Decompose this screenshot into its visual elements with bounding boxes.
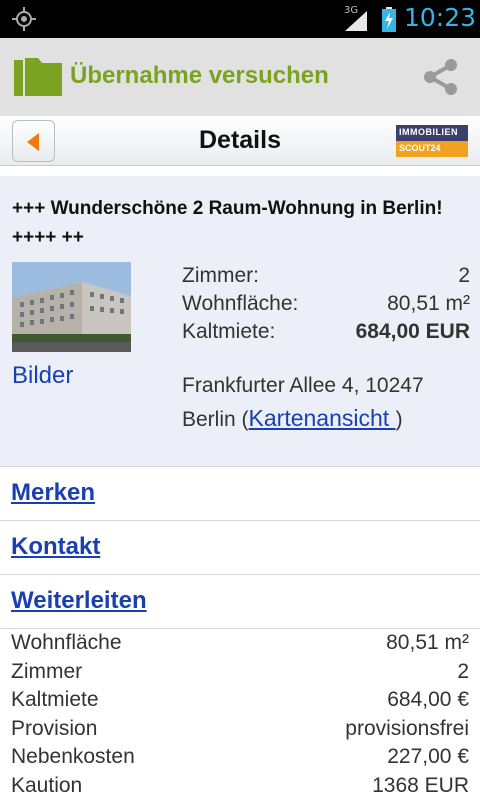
spec-label: Zimmer <box>11 659 83 683</box>
fact-value: 684,00 EUR <box>355 320 470 343</box>
spec-row: Nebenkosten 227,00 € <box>11 743 469 772</box>
contact-link[interactable]: Kontakt <box>11 533 100 561</box>
fact-row: Zimmer: 2 <box>182 262 470 290</box>
fact-value: 2 <box>458 264 470 287</box>
logo-band: SCOUT24 <box>396 141 468 157</box>
spec-label: Kaution <box>11 773 83 797</box>
action-row-kontakt[interactable]: Kontakt <box>0 520 480 574</box>
spec-row: Wohnfläche 80,51 m² <box>11 629 469 658</box>
spec-row: Zimmer 2 <box>11 658 469 687</box>
spec-value: provisionsfrei <box>345 716 469 740</box>
address-street: Frankfurter Allee 4, 10247 <box>182 374 424 397</box>
spec-label: Kaltmiete <box>11 688 99 712</box>
listing-title: +++ Wunderschöne 2 Raum-Wohnung in Berli… <box>12 198 443 248</box>
action-row-merken[interactable]: Merken <box>0 466 480 520</box>
spec-row: Kaution 1368 EUR <box>11 772 469 800</box>
address: Frankfurter Allee 4, 10247 Berlin (Karte… <box>182 370 472 436</box>
bookmark-link[interactable]: Merken <box>11 479 95 507</box>
address-city: Berlin ( <box>182 408 249 431</box>
folder-icon[interactable] <box>14 58 62 98</box>
details-header: Details IMMOBILIEN SCOUT24 <box>0 116 480 166</box>
action-bar: Übernahme versuchen <box>0 38 480 116</box>
spec-value: 1368 EUR <box>372 773 469 797</box>
spec-row: Provision provisionsfrei <box>11 715 469 744</box>
app-title: Übernahme versuchen <box>70 62 329 89</box>
clock: 10:23 <box>404 3 477 32</box>
signal-icon <box>345 11 367 31</box>
logo-text-bottom: SCOUT24 <box>399 143 441 153</box>
spec-label: Provision <box>11 716 98 740</box>
action-list: Merken Kontakt Weiterleiten <box>0 466 480 628</box>
fact-row: Wohnfläche: 80,51 m² <box>182 290 470 318</box>
fact-label: Kaltmiete: <box>182 320 276 343</box>
key-facts: Zimmer: 2 Wohnfläche: 80,51 m² Kaltmiete… <box>182 262 470 346</box>
spec-value: 227,00 € <box>387 745 469 769</box>
spec-value: 684,00 € <box>387 688 469 712</box>
spec-label: Wohnfläche <box>11 631 122 654</box>
photos-link[interactable]: Bilder <box>12 362 73 390</box>
spec-row: Kaltmiete 684,00 € <box>11 686 469 715</box>
fact-label: Zimmer: <box>182 264 259 287</box>
logo-text-top: IMMOBILIEN <box>399 127 458 137</box>
fact-label: Wohnfläche: <box>182 292 299 315</box>
battery-charging-icon <box>382 7 396 32</box>
action-row-weiterleiten[interactable]: Weiterleiten <box>0 574 480 628</box>
specs-table: Wohnfläche 80,51 m² Zimmer 2 Kaltmiete 6… <box>0 628 480 800</box>
listing-summary: +++ Wunderschöne 2 Raum-Wohnung in Berli… <box>0 176 480 466</box>
share-icon[interactable] <box>422 58 460 96</box>
address-close: ) <box>395 408 403 431</box>
status-bar: 3G 10:23 <box>0 0 480 38</box>
immobilienscout24-logo[interactable]: IMMOBILIEN SCOUT24 <box>396 125 468 157</box>
fact-row: Kaltmiete: 684,00 EUR <box>182 318 470 346</box>
forward-link[interactable]: Weiterleiten <box>11 587 147 615</box>
listing-photo[interactable] <box>12 262 131 352</box>
map-view-link[interactable]: Kartenansicht <box>249 405 396 431</box>
spec-value: 80,51 m² <box>386 631 469 654</box>
spec-value: 2 <box>457 659 469 683</box>
gps-icon <box>12 7 36 31</box>
address-city-line: Berlin (Kartenansicht ) <box>182 402 472 436</box>
fact-value: 80,51 m² <box>387 292 470 315</box>
spec-label: Nebenkosten <box>11 745 135 769</box>
